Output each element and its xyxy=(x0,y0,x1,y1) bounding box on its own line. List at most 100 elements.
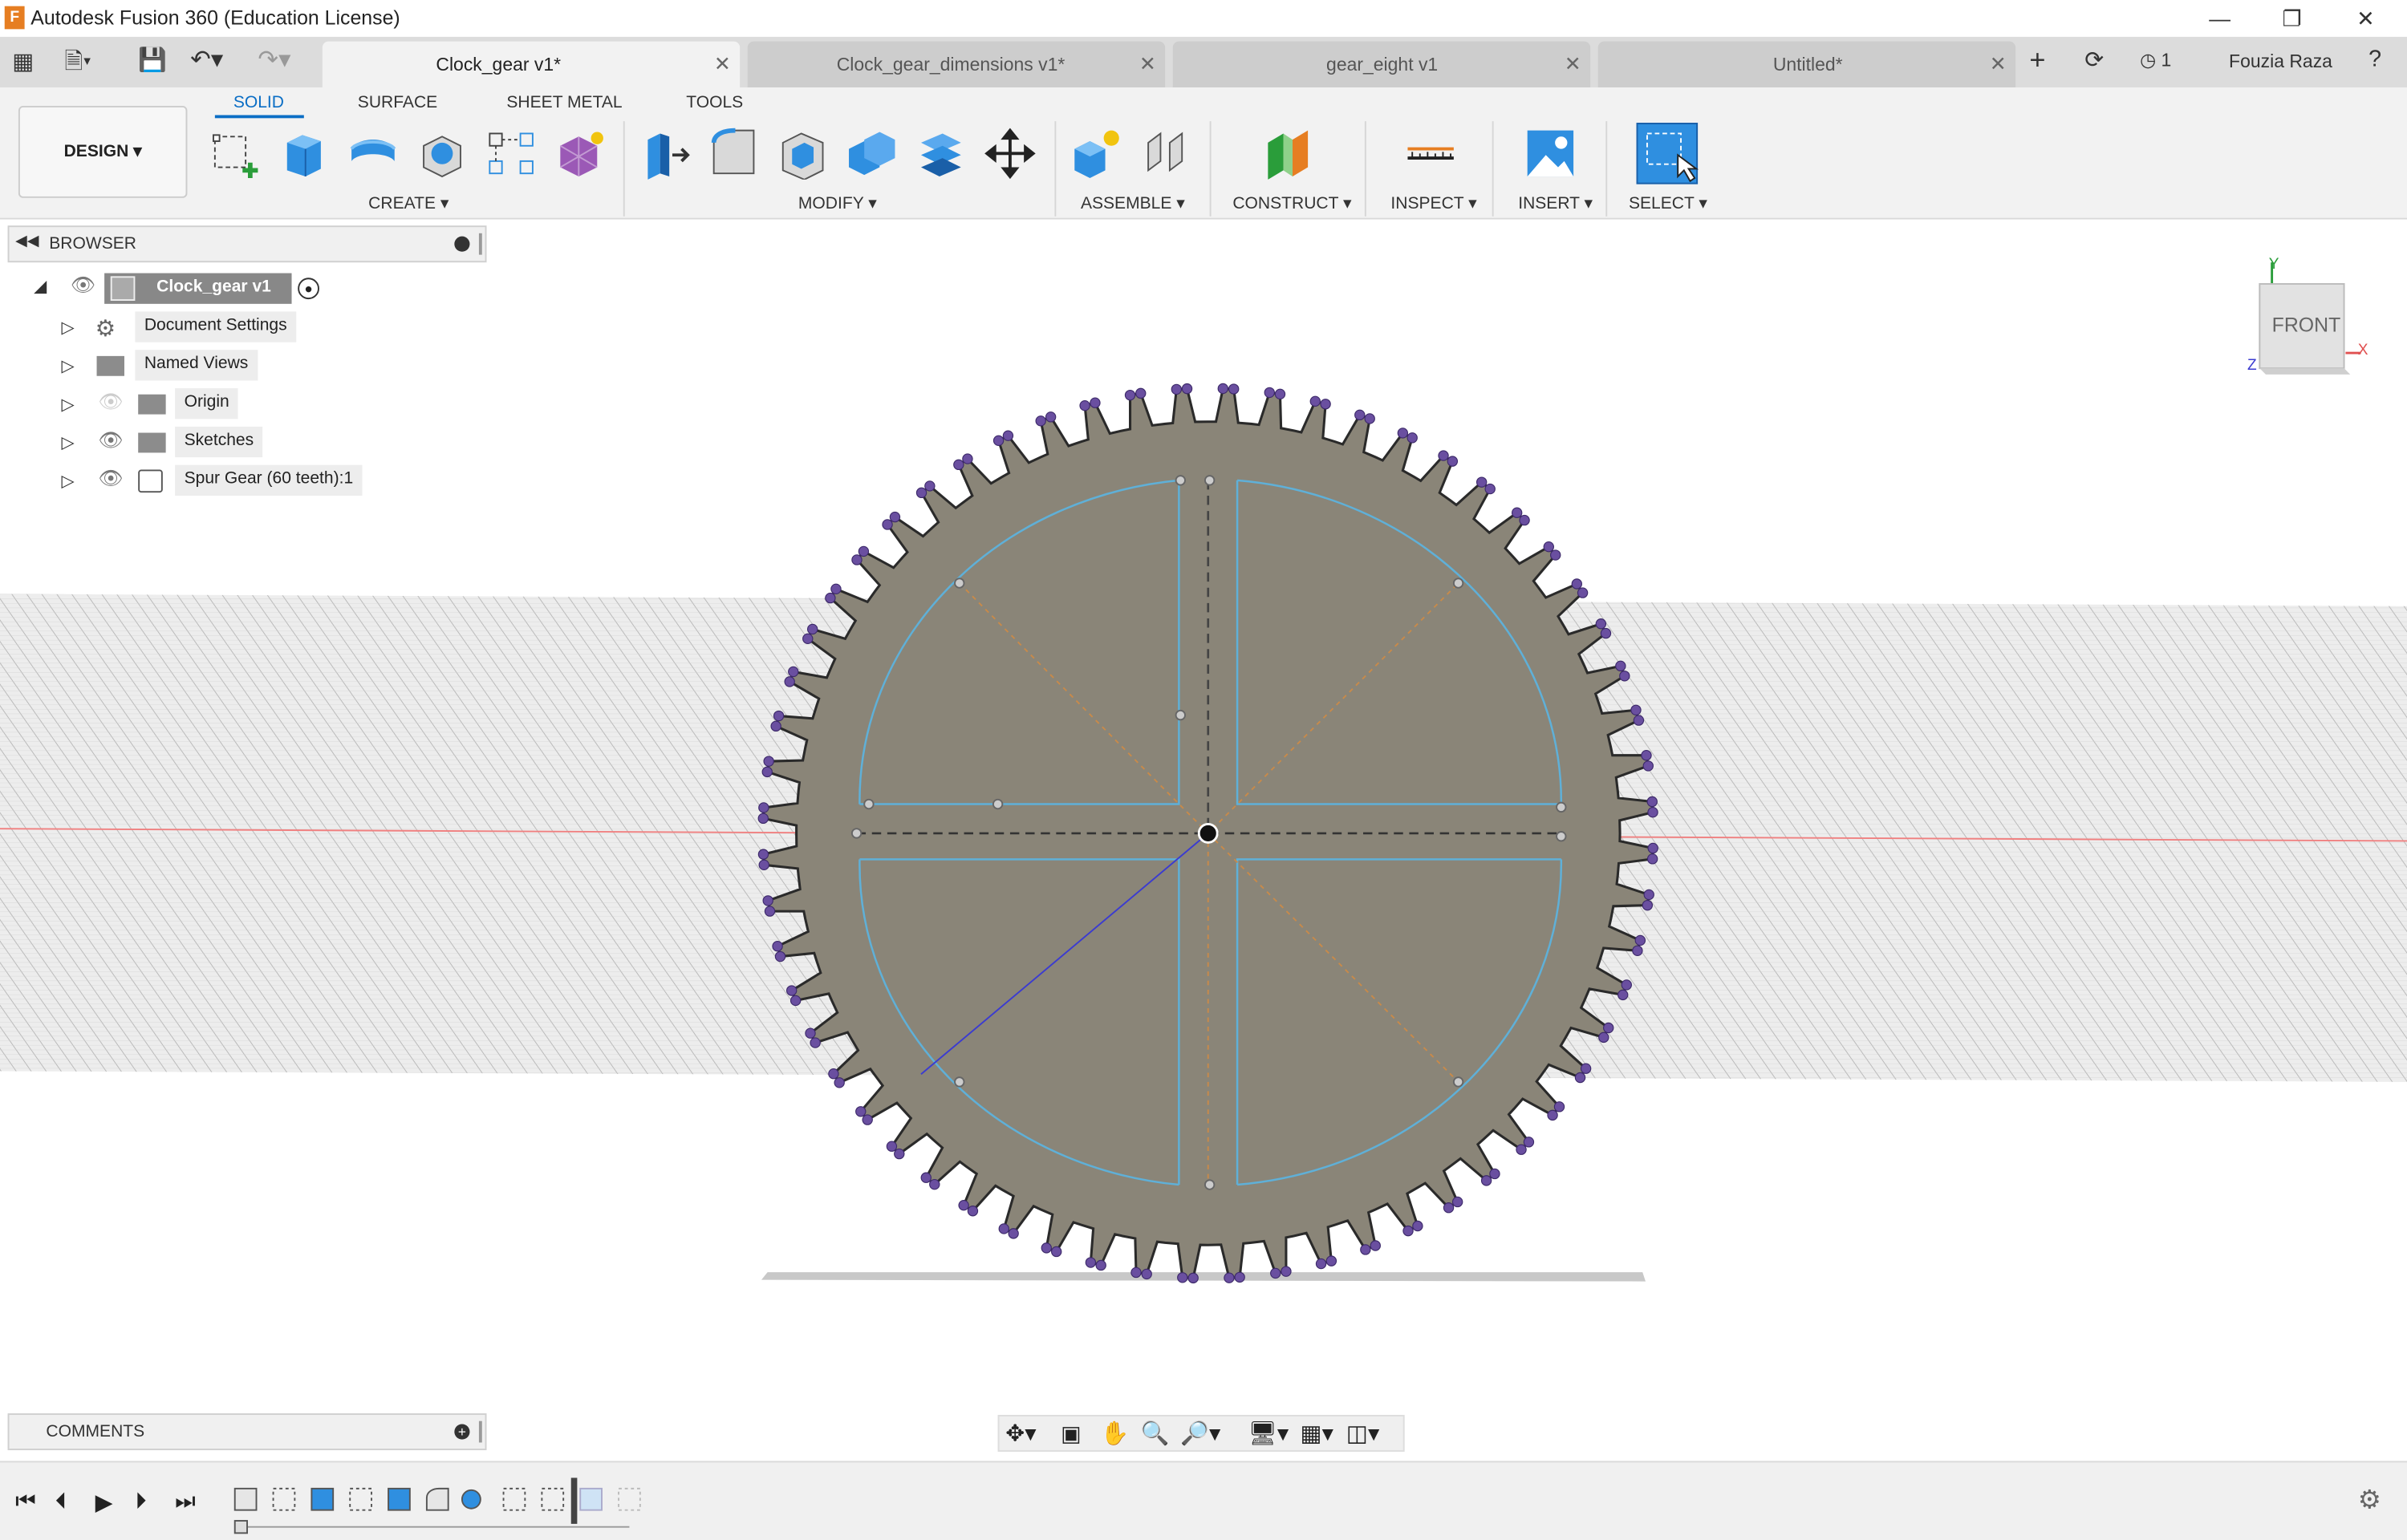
browser-item-document-settings[interactable]: Document Settings xyxy=(135,311,297,342)
visibility-eye-icon[interactable]: 👁 xyxy=(98,467,124,492)
joint-icon[interactable] xyxy=(1139,128,1191,180)
measure-icon[interactable] xyxy=(1405,128,1457,180)
new-component-icon[interactable] xyxy=(1070,128,1122,180)
ribbon-separator xyxy=(623,121,625,217)
select-button[interactable] xyxy=(1636,123,1699,184)
new-tab-plus-icon[interactable]: + xyxy=(2029,44,2045,76)
insert-menu[interactable]: INSERT ▾ xyxy=(1518,193,1593,213)
tooth-sketch-point xyxy=(1615,660,1626,672)
press-pull-icon[interactable] xyxy=(639,128,691,180)
fillet-icon[interactable] xyxy=(708,128,760,180)
extrude-icon[interactable] xyxy=(278,128,330,180)
extensions-icon[interactable]: ⟳ xyxy=(2084,46,2104,74)
expand-arrow-icon[interactable]: ▷ xyxy=(62,318,75,338)
file-menu-icon[interactable]: 🗎▾ xyxy=(64,46,91,84)
browser-item-spur-gear[interactable]: Spur Gear (60 teeth):1 xyxy=(175,464,363,496)
orbit-icon[interactable]: ✥▾ xyxy=(1005,1420,1036,1448)
expand-arrow-icon[interactable]: ▷ xyxy=(62,395,75,415)
rectangular-pattern-icon[interactable] xyxy=(485,128,538,180)
close-tab-icon[interactable]: ✕ xyxy=(1565,52,1581,77)
select-menu[interactable]: SELECT ▾ xyxy=(1629,193,1707,213)
close-tab-icon[interactable]: ✕ xyxy=(1990,52,2007,77)
activate-radio-icon[interactable]: ● xyxy=(298,278,319,300)
browser-item-sketches[interactable]: Sketches xyxy=(175,426,263,458)
offset-plane-icon[interactable] xyxy=(1262,128,1314,180)
browser-minimize-icon[interactable] xyxy=(454,236,470,252)
comments-panel[interactable]: COMMENTS + xyxy=(7,1413,487,1451)
fit-icon[interactable]: 🔎▾ xyxy=(1180,1420,1220,1448)
pan-hand-icon[interactable]: ✋ xyxy=(1101,1420,1130,1448)
tab-clock-gear[interactable]: Clock_gear v1* ✕ xyxy=(322,41,741,88)
panel-pin-icon[interactable] xyxy=(478,1420,482,1443)
inspect-menu[interactable]: INSPECT ▾ xyxy=(1390,193,1476,213)
move-copy-icon[interactable] xyxy=(984,128,1036,180)
tooth-sketch-point xyxy=(757,849,769,860)
browser-panel-header[interactable]: ◀◀ BROWSER xyxy=(7,225,487,263)
expand-arrow-icon[interactable]: ▷ xyxy=(62,356,75,376)
hidden-eye-icon[interactable]: 👁 xyxy=(98,390,124,415)
tab-surface[interactable]: SURFACE xyxy=(358,94,437,112)
step-forward-icon[interactable]: ⏵ xyxy=(135,1489,146,1515)
play-icon[interactable]: ▶ xyxy=(95,1489,113,1517)
close-tab-icon[interactable]: ✕ xyxy=(714,52,731,77)
tooth-sketch-point xyxy=(1646,796,1658,808)
tooth-sketch-point xyxy=(855,1106,867,1117)
grid-settings-icon[interactable]: ▦▾ xyxy=(1301,1420,1334,1448)
save-icon[interactable]: 💾 xyxy=(138,46,167,74)
close-tab-icon[interactable]: ✕ xyxy=(1139,52,1156,77)
create-sketch-icon[interactable] xyxy=(209,128,261,180)
browser-item-named-views[interactable]: Named Views xyxy=(135,350,258,381)
insert-image-icon[interactable] xyxy=(1524,128,1577,180)
job-status-button[interactable]: ◷ 1 xyxy=(2140,49,2171,71)
visibility-eye-icon[interactable]: 👁 xyxy=(71,274,96,298)
expand-root-icon[interactable]: ◢ xyxy=(34,276,47,296)
tab-solid[interactable]: SOLID xyxy=(233,94,284,112)
expand-arrow-icon[interactable]: ▷ xyxy=(62,433,75,452)
offset-face-icon[interactable] xyxy=(915,128,967,180)
go-to-start-icon[interactable]: ⏮ xyxy=(15,1489,36,1515)
combine-icon[interactable] xyxy=(846,128,898,180)
origin-point[interactable] xyxy=(1197,822,1219,844)
data-panel-grid-icon[interactable]: ▦ xyxy=(12,47,34,75)
collapse-panel-icon[interactable]: ◀◀ xyxy=(15,233,39,250)
assemble-menu[interactable]: ASSEMBLE ▾ xyxy=(1081,193,1185,213)
hole-icon[interactable] xyxy=(416,128,468,180)
user-account-name[interactable]: Fouzia Raza xyxy=(2229,51,2332,72)
view-cube-face-front[interactable]: FRONT xyxy=(2272,313,2341,336)
undo-icon[interactable]: ↶▾ xyxy=(190,44,223,75)
restore-button[interactable]: ❐ xyxy=(2257,3,2328,34)
tab-untitled[interactable]: Untitled* ✕ xyxy=(1597,41,2016,88)
create-menu[interactable]: CREATE ▾ xyxy=(368,193,449,213)
tab-tools[interactable]: TOOLS xyxy=(686,94,743,112)
close-window-button[interactable]: ✕ xyxy=(2330,3,2401,34)
timeline-marker[interactable] xyxy=(570,1477,578,1524)
visibility-eye-icon[interactable]: 👁 xyxy=(98,428,124,453)
timeline-features[interactable] xyxy=(230,1477,645,1534)
workspace-switcher[interactable]: DESIGN ▾ xyxy=(18,106,188,198)
look-at-icon[interactable]: ▣ xyxy=(1061,1421,1081,1448)
shell-icon[interactable] xyxy=(777,128,829,180)
tooth-sketch-point xyxy=(806,623,818,635)
panel-pin-icon[interactable] xyxy=(478,233,482,255)
tab-clock-gear-dimensions[interactable]: Clock_gear_dimensions v1* ✕ xyxy=(747,41,1166,88)
tooth-sketch-point xyxy=(1480,1175,1492,1186)
minimize-button[interactable]: — xyxy=(2185,3,2255,34)
view-cube[interactable]: Y X Z FRONT xyxy=(2244,253,2407,386)
add-comment-icon[interactable]: + xyxy=(454,1424,470,1440)
redo-icon[interactable]: ↷▾ xyxy=(258,44,290,75)
create-form-icon[interactable] xyxy=(554,128,607,180)
timeline-settings-gear-icon[interactable]: ⚙ xyxy=(2358,1485,2381,1516)
help-icon[interactable]: ? xyxy=(2368,46,2381,72)
display-settings-icon[interactable]: 🖥▾ xyxy=(1248,1420,1289,1448)
construct-menu[interactable]: CONSTRUCT ▾ xyxy=(1232,193,1351,213)
tab-sheet-metal[interactable]: SHEET METAL xyxy=(506,94,622,112)
browser-item-origin[interactable]: Origin xyxy=(175,388,239,419)
modify-menu[interactable]: MODIFY ▾ xyxy=(798,193,877,213)
zoom-icon[interactable]: 🔍 xyxy=(1141,1420,1170,1448)
expand-arrow-icon[interactable]: ▷ xyxy=(62,471,75,491)
revolve-icon[interactable] xyxy=(347,128,399,180)
step-back-icon[interactable]: ⏴ xyxy=(55,1489,67,1515)
go-to-end-icon[interactable]: ⏭ xyxy=(175,1489,196,1515)
viewports-icon[interactable]: ◫▾ xyxy=(1346,1420,1380,1448)
tab-gear-eight[interactable]: gear_eight v1 ✕ xyxy=(1172,41,1591,88)
